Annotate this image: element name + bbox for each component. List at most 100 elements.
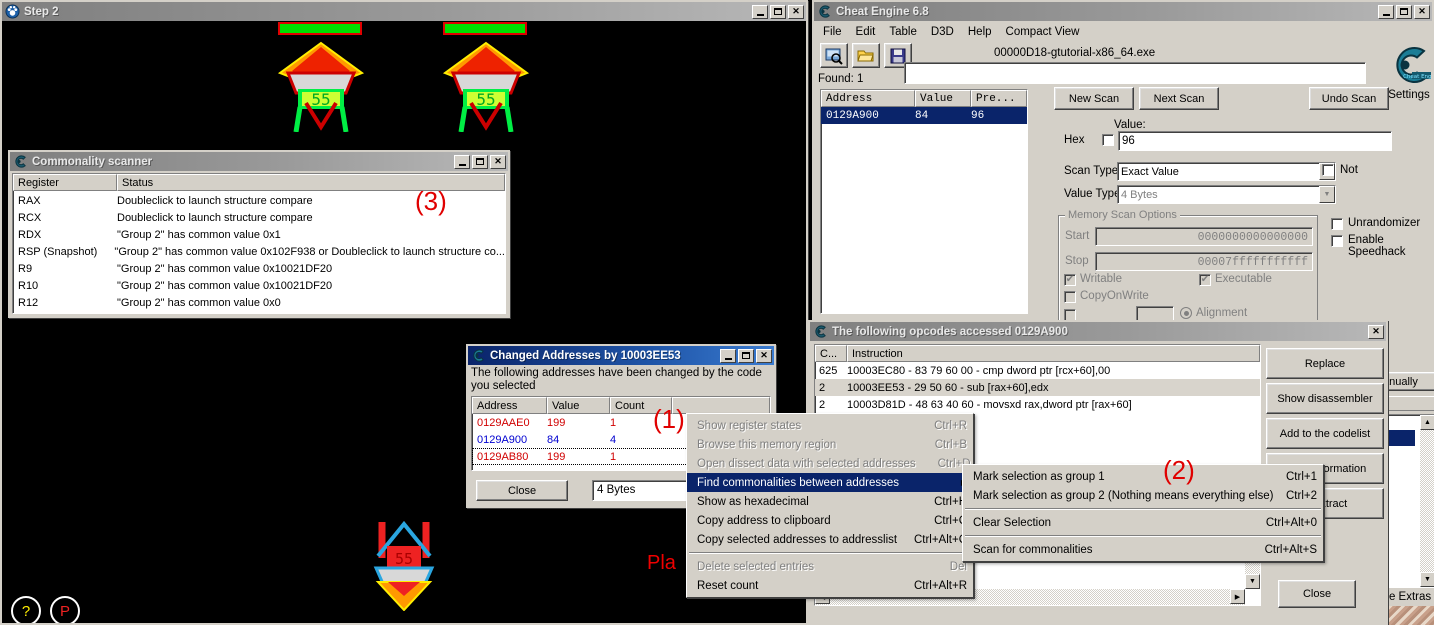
column-address[interactable]: Address <box>472 397 547 414</box>
start-input[interactable]: 0000000000000000 <box>1095 227 1313 246</box>
undo-scan-button[interactable]: Undo Scan <box>1309 87 1389 110</box>
hex-checkbox[interactable] <box>1102 134 1114 146</box>
table-row[interactable]: RSP (Snapshot) "Group 2" has common valu… <box>13 243 505 260</box>
changed-addresses-controls[interactable]: ✕ <box>720 348 772 363</box>
close-icon[interactable]: ✕ <box>756 348 772 363</box>
menu-item-reset-count[interactable]: Reset count Ctrl+Alt+R <box>687 576 973 595</box>
scroll-down-icon[interactable]: ▼ <box>1245 574 1260 589</box>
minimize-icon[interactable] <box>454 154 470 169</box>
commonality-scanner-titlebar[interactable]: Commonality scanner ✕ <box>10 152 508 171</box>
process-path-field[interactable] <box>904 62 1366 84</box>
menu-edit[interactable]: Edit <box>849 25 883 39</box>
menu-help[interactable]: Help <box>961 25 999 39</box>
menu-d3d[interactable]: D3D <box>924 25 961 39</box>
not-checkbox[interactable] <box>1322 164 1334 176</box>
commonality-scanner-controls[interactable]: ✕ <box>454 154 506 169</box>
table-row[interactable]: R9 "Group 2" has common value 0x10021DF2… <box>13 260 505 277</box>
column-value[interactable]: Value <box>915 90 971 107</box>
cheat-engine-controls[interactable]: ✕ <box>1378 4 1430 19</box>
close-icon[interactable]: ✕ <box>1414 4 1430 19</box>
table-row[interactable]: 0129A900 84 96 <box>821 107 1027 124</box>
value-type-select[interactable]: 4 Bytes ▼ <box>1117 185 1336 204</box>
table-row[interactable]: 2 10003D81D - 48 63 40 60 - movsxd rax,d… <box>815 396 1260 413</box>
column-previous[interactable]: Pre... <box>971 90 1027 107</box>
scroll-up-icon[interactable]: ▲ <box>1420 415 1434 430</box>
process-select-icon[interactable] <box>820 43 848 68</box>
menu-table[interactable]: Table <box>882 25 924 39</box>
writable-checkbox[interactable]: ✔ <box>1064 274 1076 286</box>
opcodes-titlebar[interactable]: The following opcodes accessed 0129A900 … <box>810 322 1386 341</box>
open-folder-icon[interactable] <box>852 43 880 68</box>
minimize-icon[interactable] <box>720 348 736 363</box>
menu-item-show-as-hexadecimal[interactable]: Show as hexadecimal Ctrl+H <box>687 492 973 511</box>
cheat-engine-titlebar[interactable]: Cheat Engine 6.8 ✕ <box>814 2 1432 21</box>
help-button[interactable]: ? <box>11 596 41 623</box>
menu-file[interactable]: File <box>816 25 849 39</box>
replace-button[interactable]: Replace <box>1266 348 1384 379</box>
menu-compact-view[interactable]: Compact View <box>999 25 1087 39</box>
game-window-controls[interactable]: ✕ <box>752 4 804 19</box>
executable-checkbox[interactable]: ✔ <box>1199 274 1211 286</box>
menu-item-find-commonalities[interactable]: Find commonalities between addresses ▶ <box>687 473 973 492</box>
find-commonalities-submenu[interactable]: Mark selection as group 1 Ctrl+1 Mark se… <box>962 464 1324 562</box>
new-scan-button[interactable]: New Scan <box>1054 87 1134 110</box>
menu-item-scan-for-commonalities[interactable]: Scan for commonalities Ctrl+Alt+S <box>963 540 1323 559</box>
table-row[interactable]: R10 "Group 2" has common value 0x10021DF… <box>13 277 505 294</box>
add-address-manually-button[interactable]: anually <box>1380 372 1434 391</box>
maximize-icon[interactable] <box>738 348 754 363</box>
column-value[interactable]: Value <box>547 397 610 414</box>
minimize-icon[interactable] <box>752 4 768 19</box>
maximize-icon[interactable] <box>770 4 786 19</box>
maximize-icon[interactable] <box>1396 4 1412 19</box>
menu-item-mark-group-2[interactable]: Mark selection as group 2 (Nothing means… <box>963 486 1323 505</box>
table-row[interactable]: 625 10003EC80 - 83 79 60 00 - cmp dword … <box>815 362 1260 379</box>
chevron-down-icon[interactable]: ▼ <box>1319 186 1335 203</box>
changed-addresses-titlebar[interactable]: Changed Addresses by 10003EE53 ✕ <box>468 346 774 365</box>
column-status[interactable]: Status <box>117 174 505 191</box>
menu-item-copy-selected-to-addresslist[interactable]: Copy selected addresses to addresslist C… <box>687 530 973 549</box>
menu-item-browse-memory-region[interactable]: Browse this memory region Ctrl+B <box>687 435 973 454</box>
address-list[interactable]: ▲ ▼ <box>1380 414 1434 588</box>
column-address[interactable]: Address <box>821 90 915 107</box>
add-to-codelist-button[interactable]: Add to the codelist <box>1266 418 1384 449</box>
copyonwrite-checkbox[interactable] <box>1064 291 1076 303</box>
speedhack-checkbox[interactable] <box>1331 235 1343 247</box>
scan-results-list[interactable]: Address Value Pre... 0129A900 84 96 <box>820 89 1028 314</box>
opcodes-controls[interactable]: ✕ <box>1368 324 1384 339</box>
scroll-down-icon[interactable]: ▼ <box>1420 572 1434 587</box>
menu-item-mark-group-1[interactable]: Mark selection as group 1 Ctrl+1 <box>963 467 1323 486</box>
table-row[interactable]: RDX "Group 2" has common value 0x1 <box>13 226 505 243</box>
pause-button[interactable]: P <box>50 596 80 623</box>
menu-item-open-dissect-data[interactable]: Open dissect data with selected addresse… <box>687 454 973 473</box>
column-instruction[interactable]: Instruction <box>847 345 1260 362</box>
show-disassembler-button[interactable]: Show disassembler <box>1266 383 1384 414</box>
menu-item-delete-selected-entries[interactable]: Delete selected entries Del <box>687 557 973 576</box>
context-menu[interactable]: Show register states Ctrl+R Browse this … <box>686 413 974 598</box>
ce-logo-block[interactable]: Cheat Engine Settings <box>1386 42 1434 101</box>
stop-input[interactable]: 00007fffffffffff <box>1095 252 1313 271</box>
menu-item-copy-address-to-clipboard[interactable]: Copy address to clipboard Ctrl+C <box>687 511 973 530</box>
table-row[interactable]: 2 10003EE53 - 29 50 60 - sub [rax+60],ed… <box>815 379 1260 396</box>
game-window-titlebar[interactable]: Step 2 ✕ <box>2 2 806 21</box>
table-row[interactable]: R12 "Group 2" has common value 0x0 <box>13 294 505 311</box>
column-blank[interactable] <box>672 397 770 414</box>
settings-label[interactable]: Settings <box>1386 89 1432 101</box>
close-icon[interactable]: ✕ <box>1368 324 1384 339</box>
alignment-radio[interactable] <box>1180 307 1192 319</box>
opcodes-close-button[interactable]: Close <box>1278 580 1356 608</box>
maximize-icon[interactable] <box>472 154 488 169</box>
column-count[interactable]: C... <box>815 345 847 362</box>
menu-item-show-register-states[interactable]: Show register states Ctrl+R <box>687 416 973 435</box>
next-scan-button[interactable]: Next Scan <box>1139 87 1219 110</box>
close-icon[interactable]: ✕ <box>490 154 506 169</box>
close-icon[interactable]: ✕ <box>788 4 804 19</box>
unrandomizer-checkbox[interactable] <box>1331 218 1343 230</box>
minimize-icon[interactable] <box>1378 4 1394 19</box>
value-input[interactable]: 96 <box>1118 131 1392 151</box>
menubar[interactable]: File Edit Table D3D Help Compact View <box>816 23 1430 41</box>
scan-type-select[interactable]: Exact Value ▼ <box>1117 162 1336 181</box>
close-button[interactable]: Close <box>476 480 568 501</box>
column-register[interactable]: Register <box>13 174 117 191</box>
address-list-scrollbar[interactable]: ▲ ▼ <box>1420 415 1434 587</box>
scroll-right-icon[interactable]: ▶ <box>1230 589 1245 604</box>
